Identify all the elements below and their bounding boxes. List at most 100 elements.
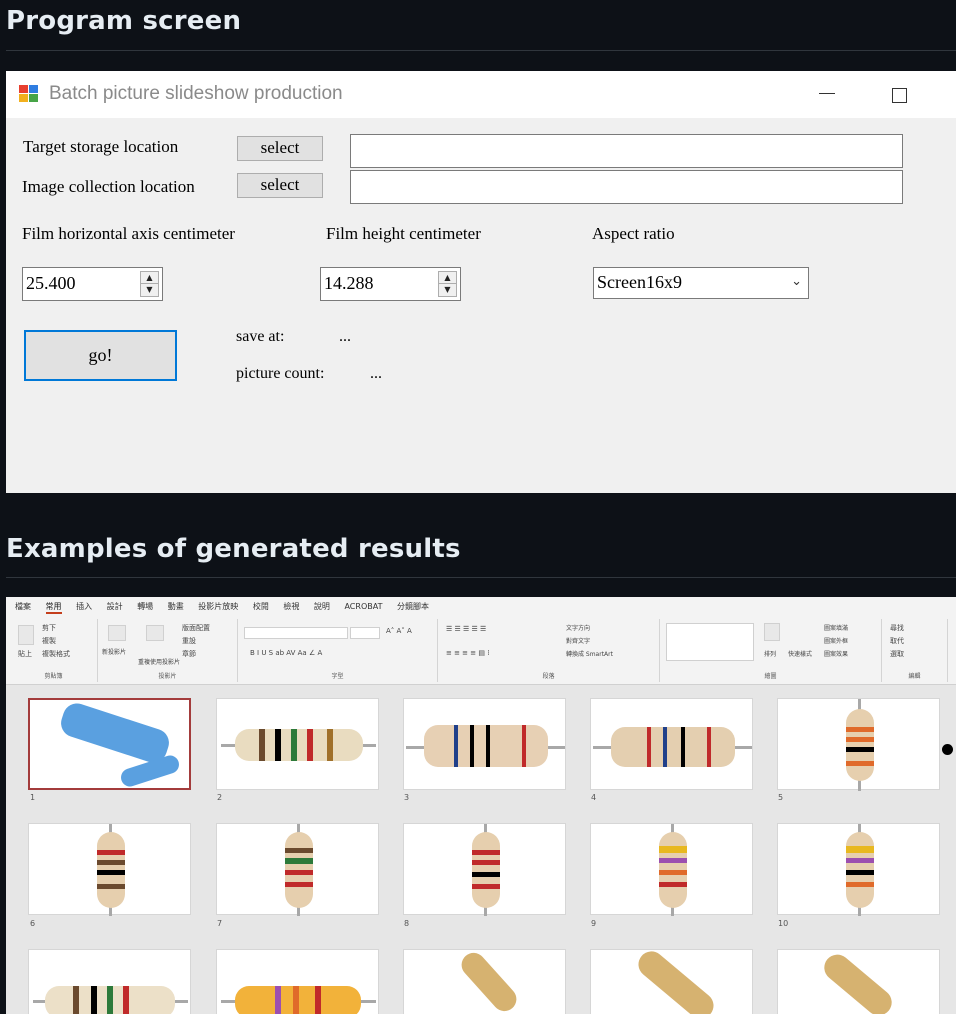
resistor-image — [45, 986, 175, 1014]
tab-insert[interactable]: 插入 — [76, 601, 92, 612]
resistor-image — [424, 725, 548, 767]
paste-label[interactable]: 貼上 — [18, 649, 32, 659]
font-style-buttons[interactable]: B I U S ab AV Aa ∠ A — [250, 649, 322, 657]
slide-thumbnail[interactable] — [777, 949, 940, 1014]
font-size-buttons[interactable]: A˄ A˅ A — [386, 627, 412, 635]
stepper-arrows[interactable]: ▲ ▼ — [140, 271, 159, 297]
aspect-ratio-select[interactable]: Screen16x9 ⌄ — [593, 267, 809, 299]
stepper-down-icon[interactable]: ▼ — [439, 284, 456, 296]
tab-review[interactable]: 校閱 — [253, 601, 269, 612]
slide-number: 7 — [217, 919, 223, 928]
slide-number: 9 — [591, 919, 597, 928]
resistor-image — [633, 946, 719, 1014]
new-slide-button[interactable]: 新投影片 — [102, 647, 126, 656]
film-height-stepper[interactable]: 14.288 ▲ ▼ — [320, 267, 461, 301]
divider — [6, 577, 956, 578]
format-painter-button[interactable]: 複製格式 — [42, 649, 70, 659]
film-height-label: Film height centimeter — [326, 224, 481, 243]
replace-button[interactable]: 取代 — [890, 636, 904, 646]
window-title: Batch picture slideshow production — [49, 83, 343, 104]
select-button[interactable]: 選取 — [890, 649, 904, 659]
slide-number: 6 — [30, 919, 36, 928]
section-heading-examples: Examples of generated results — [6, 534, 461, 564]
resistor-image — [97, 832, 125, 908]
slide-thumbnail[interactable] — [216, 949, 379, 1014]
reuse-slides-button[interactable]: 重複使用投影片 — [138, 657, 180, 666]
slide-number: 2 — [217, 793, 223, 802]
cut-button[interactable]: 剪下 — [42, 623, 56, 633]
arrange-button[interactable]: 排列 — [764, 649, 776, 658]
slide-thumbnail[interactable] — [216, 823, 379, 916]
slide-thumbnail[interactable] — [777, 823, 940, 916]
find-button[interactable]: 尋找 — [890, 623, 904, 633]
stepper-down-icon[interactable]: ▼ — [141, 284, 158, 296]
arrange-icon[interactable] — [764, 623, 780, 641]
section-button[interactable]: 章節 — [182, 649, 196, 659]
slide-thumbnail[interactable] — [777, 698, 940, 791]
quick-styles-button[interactable]: 快速樣式 — [788, 649, 812, 658]
slide-thumbnail[interactable] — [403, 698, 566, 790]
list-buttons[interactable]: ☰ ☰ ☰ ☰ ☰ — [446, 625, 486, 633]
text-direction-button[interactable]: 文字方向 — [566, 623, 590, 632]
tab-design[interactable]: 設計 — [107, 601, 123, 612]
target-select-button[interactable]: select — [237, 136, 323, 161]
layout-button[interactable]: 版面配置 — [182, 623, 210, 633]
tab-slideshow[interactable]: 投影片放映 — [198, 601, 238, 612]
font-size-select[interactable] — [350, 627, 380, 639]
slide-thumbnail[interactable] — [216, 698, 379, 790]
target-storage-input[interactable] — [350, 134, 903, 168]
maximize-icon[interactable] — [892, 88, 907, 103]
film-width-label: Film horizontal axis centimeter — [22, 224, 235, 243]
shape-fill-button[interactable]: 圖案填滿 — [824, 623, 848, 632]
stepper-up-icon[interactable]: ▲ — [439, 272, 456, 284]
minimize-icon[interactable] — [819, 93, 835, 94]
slide-number: 5 — [778, 793, 784, 802]
tab-help[interactable]: 說明 — [314, 601, 330, 612]
slide-number: 3 — [404, 793, 410, 802]
tab-acrobat[interactable]: ACROBAT — [344, 602, 382, 611]
image-collection-input[interactable] — [350, 170, 903, 204]
slide-number: 8 — [404, 919, 410, 928]
slide-thumbnail[interactable] — [590, 946, 753, 1014]
chevron-down-icon[interactable]: ⌄ — [791, 274, 802, 289]
go-button[interactable]: go! — [24, 330, 177, 381]
paste-icon[interactable] — [18, 625, 34, 645]
app-icon — [19, 85, 38, 102]
image-select-button[interactable]: select — [237, 173, 323, 198]
resistor-image — [472, 832, 500, 908]
smartart-button[interactable]: 轉換成 SmartArt — [566, 649, 613, 658]
alignment-buttons[interactable]: ≡ ≡ ≡ ≡ ▤ ⁞ — [446, 649, 489, 657]
shapes-gallery[interactable] — [666, 623, 754, 661]
tab-storyboard[interactable]: 分鏡腳本 — [397, 601, 429, 612]
slide-thumbnail[interactable] — [28, 949, 191, 1014]
film-width-value: 25.400 — [26, 273, 76, 293]
slide-thumbnail[interactable] — [28, 823, 191, 916]
tab-animations[interactable]: 動畫 — [168, 601, 184, 612]
tab-view[interactable]: 檢視 — [283, 601, 299, 612]
font-name-select[interactable] — [244, 627, 348, 639]
divider — [6, 50, 956, 51]
shape-effects-button[interactable]: 圖案效果 — [824, 649, 848, 658]
stepper-up-icon[interactable]: ▲ — [141, 272, 158, 284]
slide-thumbnail[interactable] — [590, 698, 753, 790]
align-text-button[interactable]: 對齊文字 — [566, 636, 590, 645]
editing-group-label: 編輯 — [908, 673, 921, 680]
tab-home[interactable]: 常用 — [45, 601, 62, 614]
slide-thumbnail[interactable] — [590, 823, 753, 916]
shape-outline-button[interactable]: 圖案外框 — [824, 636, 848, 645]
reuse-slides-icon[interactable] — [146, 625, 164, 641]
tab-file[interactable]: 檔案 — [15, 601, 31, 612]
slide-thumbnail[interactable] — [28, 698, 191, 790]
film-height-value: 14.288 — [324, 273, 374, 293]
slide-thumbnail[interactable] — [403, 947, 566, 1014]
new-slide-icon[interactable] — [108, 625, 126, 641]
tab-transitions[interactable]: 轉場 — [137, 601, 153, 612]
slide-number: 1 — [30, 793, 36, 802]
resistor-image — [235, 986, 361, 1014]
stepper-arrows[interactable]: ▲ ▼ — [438, 271, 457, 297]
reset-button[interactable]: 重設 — [182, 636, 196, 646]
slide-thumbnail[interactable] — [403, 823, 566, 916]
resistor-image — [846, 709, 874, 781]
copy-button[interactable]: 複製 — [42, 636, 56, 646]
film-width-stepper[interactable]: 25.400 ▲ ▼ — [22, 267, 163, 301]
